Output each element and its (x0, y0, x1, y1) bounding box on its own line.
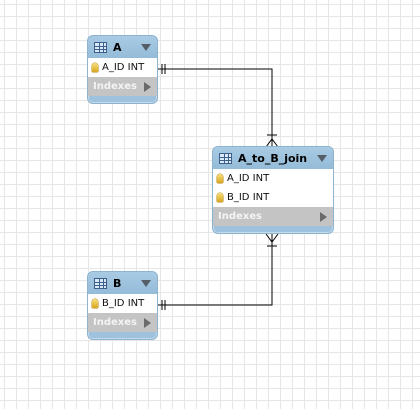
entity-a-to-b-join[interactable]: A_to_B_join A_ID INT B_ID INT Indexes (212, 146, 334, 234)
entity-footer (88, 332, 157, 339)
connector-line (157, 234, 273, 306)
entity-title: B (113, 276, 122, 290)
column-row[interactable]: B_ID INT (213, 188, 333, 207)
column-label: A_ID INT (102, 62, 145, 73)
relationship-b-to-join[interactable] (157, 233, 279, 310)
entity-b[interactable]: B B_ID INT Indexes (87, 271, 158, 340)
entity-footer (213, 226, 333, 233)
collapse-arrow-icon[interactable] (141, 279, 151, 287)
entity-a[interactable]: A A_ID INT Indexes (87, 35, 158, 104)
entity-header[interactable]: A (88, 36, 157, 58)
relationship-connectors (157, 64, 279, 310)
indexes-section[interactable]: Indexes (213, 207, 333, 226)
diagram-canvas[interactable]: A A_ID INT Indexes A_to_B_join A_ID INT (0, 0, 420, 409)
indexes-section[interactable]: Indexes (88, 77, 157, 96)
column-label: A_ID INT (227, 173, 270, 184)
indexes-label: Indexes (93, 81, 137, 92)
entity-header[interactable]: B (88, 272, 157, 294)
column-row[interactable]: A_ID INT (88, 58, 157, 77)
column-list: A_ID INT B_ID INT (213, 169, 333, 207)
table-icon (94, 277, 107, 289)
entity-title: A (113, 40, 122, 54)
key-icon (92, 299, 98, 308)
entity-title: A_to_B_join (238, 151, 308, 165)
key-icon (217, 174, 223, 183)
expand-arrow-icon[interactable] (144, 317, 151, 328)
collapse-arrow-icon[interactable] (141, 43, 151, 51)
column-list: B_ID INT (88, 294, 157, 313)
key-icon (217, 193, 223, 202)
column-list: A_ID INT (88, 58, 157, 77)
entity-footer (88, 96, 157, 103)
key-icon (92, 63, 98, 72)
column-row[interactable]: B_ID INT (88, 294, 157, 313)
indexes-label: Indexes (93, 317, 137, 328)
column-label: B_ID INT (102, 298, 145, 309)
column-row[interactable]: A_ID INT (213, 169, 333, 188)
indexes-label: Indexes (218, 211, 262, 222)
expand-arrow-icon[interactable] (320, 211, 327, 222)
table-icon (94, 41, 107, 53)
relationship-a-to-join[interactable] (157, 64, 279, 148)
expand-arrow-icon[interactable] (144, 81, 151, 92)
table-icon (219, 152, 232, 164)
collapse-arrow-icon[interactable] (317, 154, 327, 162)
connector-line (157, 68, 273, 147)
indexes-section[interactable]: Indexes (88, 313, 157, 332)
column-label: B_ID INT (227, 192, 270, 203)
entity-header[interactable]: A_to_B_join (213, 147, 333, 169)
